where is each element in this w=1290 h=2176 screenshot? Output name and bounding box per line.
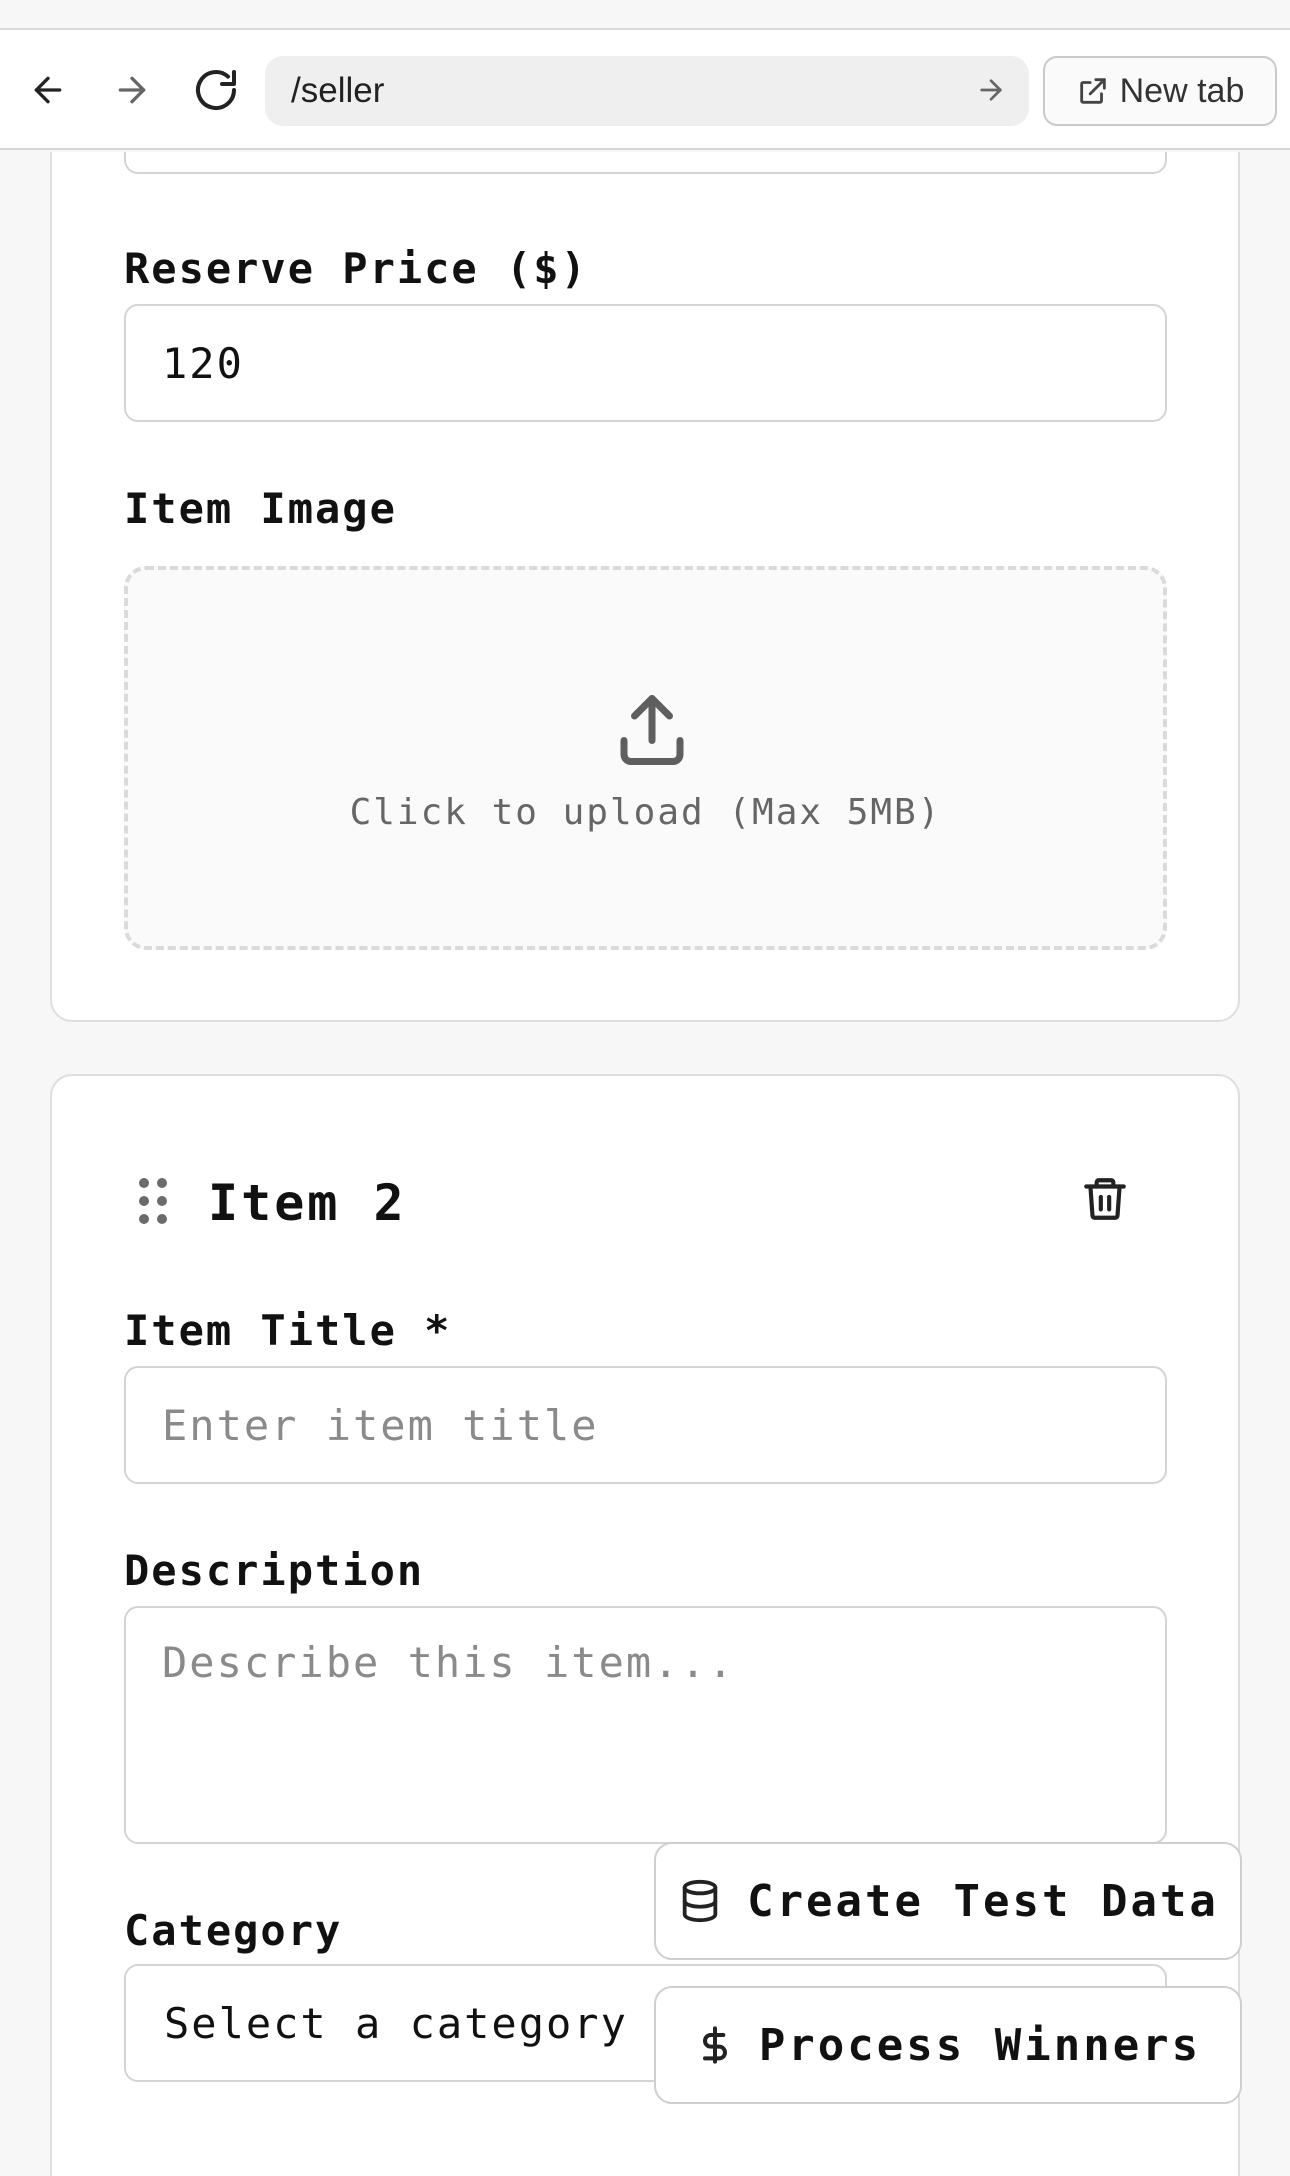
delete-item-button[interactable] bbox=[1080, 1174, 1130, 1228]
create-test-data-label: Create Test Data bbox=[747, 1875, 1219, 1927]
item-title-input[interactable] bbox=[124, 1366, 1167, 1484]
upload-icon bbox=[620, 695, 684, 765]
page-content: Reserve Price ($) Item Image Click to up… bbox=[0, 152, 1290, 2176]
new-tab-label: New tab bbox=[1119, 71, 1245, 110]
category-selected-value: Select a category bbox=[164, 1998, 628, 2048]
reload-icon bbox=[196, 70, 236, 111]
go-button[interactable] bbox=[975, 74, 1007, 110]
description-textarea[interactable] bbox=[124, 1606, 1167, 1844]
create-test-data-button[interactable]: Create Test Data bbox=[654, 1842, 1242, 1960]
item-title-label: Item Title * bbox=[124, 1306, 452, 1355]
arrow-left-icon bbox=[34, 76, 62, 104]
reload-button[interactable] bbox=[186, 60, 246, 120]
upload-hint: Click to upload (Max 5MB) bbox=[349, 792, 942, 833]
category-label: Category bbox=[124, 1906, 343, 1955]
database-icon bbox=[682, 1879, 718, 1923]
forward-button[interactable] bbox=[102, 60, 162, 120]
previous-field-input[interactable] bbox=[124, 152, 1167, 174]
description-label: Description bbox=[124, 1546, 425, 1595]
arrow-right-icon bbox=[980, 79, 1002, 101]
reserve-price-label: Reserve Price ($) bbox=[124, 244, 588, 293]
browser-top-strip bbox=[0, 0, 1290, 30]
item-heading: Item 2 bbox=[208, 1174, 407, 1232]
drag-handle[interactable] bbox=[136, 1176, 170, 1230]
item-image-label: Item Image bbox=[124, 484, 397, 533]
new-tab-button[interactable]: New tab bbox=[1043, 56, 1277, 126]
browser-toolbar: New tab bbox=[0, 30, 1290, 150]
process-winners-button[interactable]: Process Winners bbox=[654, 1986, 1242, 2104]
reserve-price-input[interactable] bbox=[124, 304, 1167, 422]
dollar-icon bbox=[702, 2026, 727, 2064]
address-bar[interactable] bbox=[265, 56, 1029, 126]
back-button[interactable] bbox=[18, 60, 78, 120]
image-upload-dropzone[interactable]: Click to upload (Max 5MB) bbox=[124, 566, 1167, 950]
process-winners-label: Process Winners bbox=[758, 2019, 1202, 2071]
trash-icon bbox=[1084, 1178, 1126, 1220]
external-link-icon bbox=[1079, 78, 1106, 104]
url-input[interactable] bbox=[291, 61, 931, 121]
drag-handle-icon bbox=[139, 1178, 167, 1224]
arrow-right-icon bbox=[118, 76, 146, 104]
